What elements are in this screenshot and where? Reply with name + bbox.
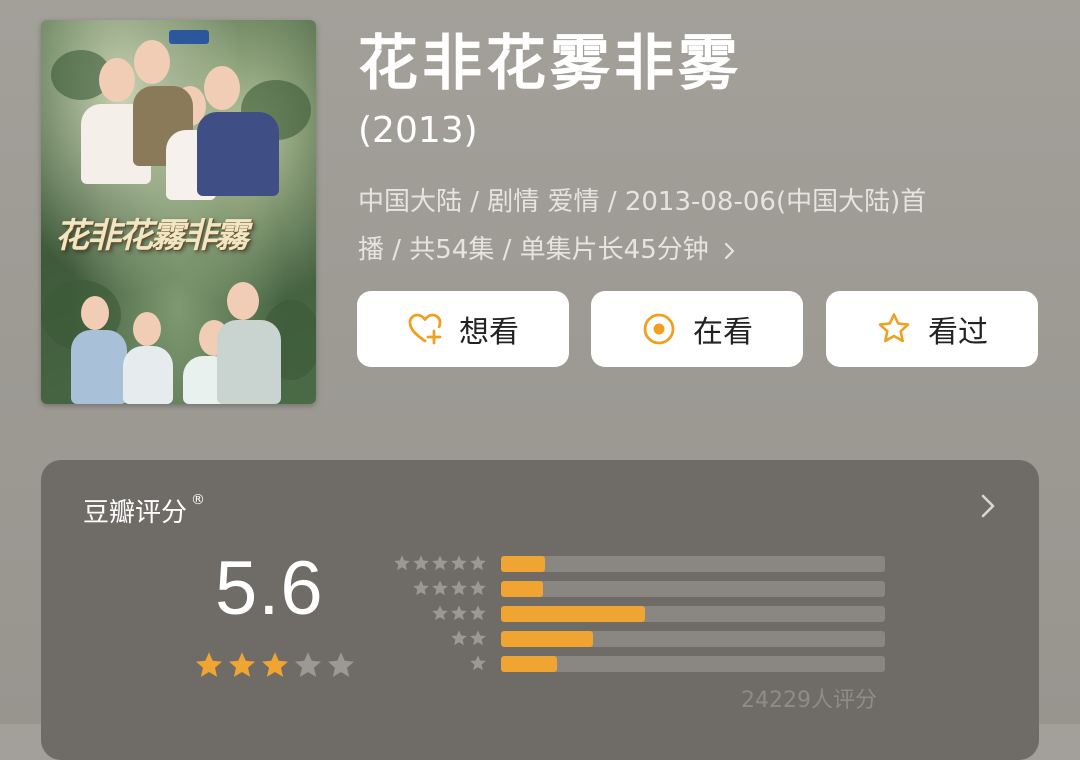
rating-bar-fill [501, 556, 546, 572]
star-outline-icon [876, 311, 912, 347]
poster-image[interactable]: 花非花霧非霧 [41, 20, 316, 404]
rating-bar-track [501, 656, 885, 672]
rating-score: 5.6 [215, 546, 324, 631]
rating-bar-track [501, 556, 885, 572]
mini-star-icon [450, 554, 468, 576]
mini-star-icon [431, 579, 449, 601]
rating-panel[interactable]: 豆瓣评分 ® 5.6 24229人评分 [41, 460, 1039, 760]
mini-star-icon [469, 579, 487, 601]
mini-star-icon [412, 579, 430, 601]
release-year: (2013) [358, 110, 478, 151]
meta-line-1: 中国大陆 / 剧情 爱情 / 2013-08-06(中国大陆)首 [358, 187, 927, 217]
heart-plus-icon [407, 311, 443, 347]
meta-line-2: 播 / 共54集 / 单集片长45分钟 [358, 235, 709, 265]
star-empty-icon [326, 650, 356, 684]
want-to-watch-button[interactable]: 想看 [357, 291, 569, 367]
rating-bar-track [501, 581, 885, 597]
want-to-watch-label: 想看 [459, 315, 519, 350]
registered-mark: ® [191, 492, 206, 508]
watching-label: 在看 [693, 315, 753, 350]
mini-star-icon [469, 629, 487, 651]
rating-stars [194, 650, 356, 684]
star-filled-icon [194, 650, 224, 684]
rating-bar-track [501, 631, 885, 647]
mini-star-icon [450, 629, 468, 651]
star-filled-icon [227, 650, 257, 684]
target-circle-icon [641, 311, 677, 347]
rating-bar-track [501, 606, 885, 622]
mini-star-icon [450, 579, 468, 601]
mini-star-icon [469, 654, 487, 676]
mini-star-icon [412, 554, 430, 576]
rating-bar-fill [501, 606, 645, 622]
show-title: 花非花雾非雾 [358, 29, 742, 99]
mini-star-icon [431, 554, 449, 576]
star-filled-icon [260, 650, 290, 684]
rating-section-title: 豆瓣评分 ® [83, 492, 206, 528]
star-empty-icon [293, 650, 323, 684]
chevron-right-icon [715, 235, 737, 265]
show-meta[interactable]: 中国大陆 / 剧情 爱情 / 2013-08-06(中国大陆)首 播 / 共54… [358, 178, 1038, 274]
mini-star-icon [450, 604, 468, 626]
rating-bar-fill [501, 631, 594, 647]
watched-label: 看过 [928, 315, 988, 350]
rating-count: 24229人评分 [741, 688, 877, 713]
watched-button[interactable]: 看过 [826, 291, 1038, 367]
watching-button[interactable]: 在看 [591, 291, 803, 367]
mini-star-icon [469, 604, 487, 626]
mini-star-icon [431, 604, 449, 626]
rating-bar-fill [501, 656, 557, 672]
mini-star-icon [469, 554, 487, 576]
mini-star-icon [393, 554, 411, 576]
chevron-right-icon[interactable] [979, 492, 997, 524]
rating-bar-fill [501, 581, 544, 597]
